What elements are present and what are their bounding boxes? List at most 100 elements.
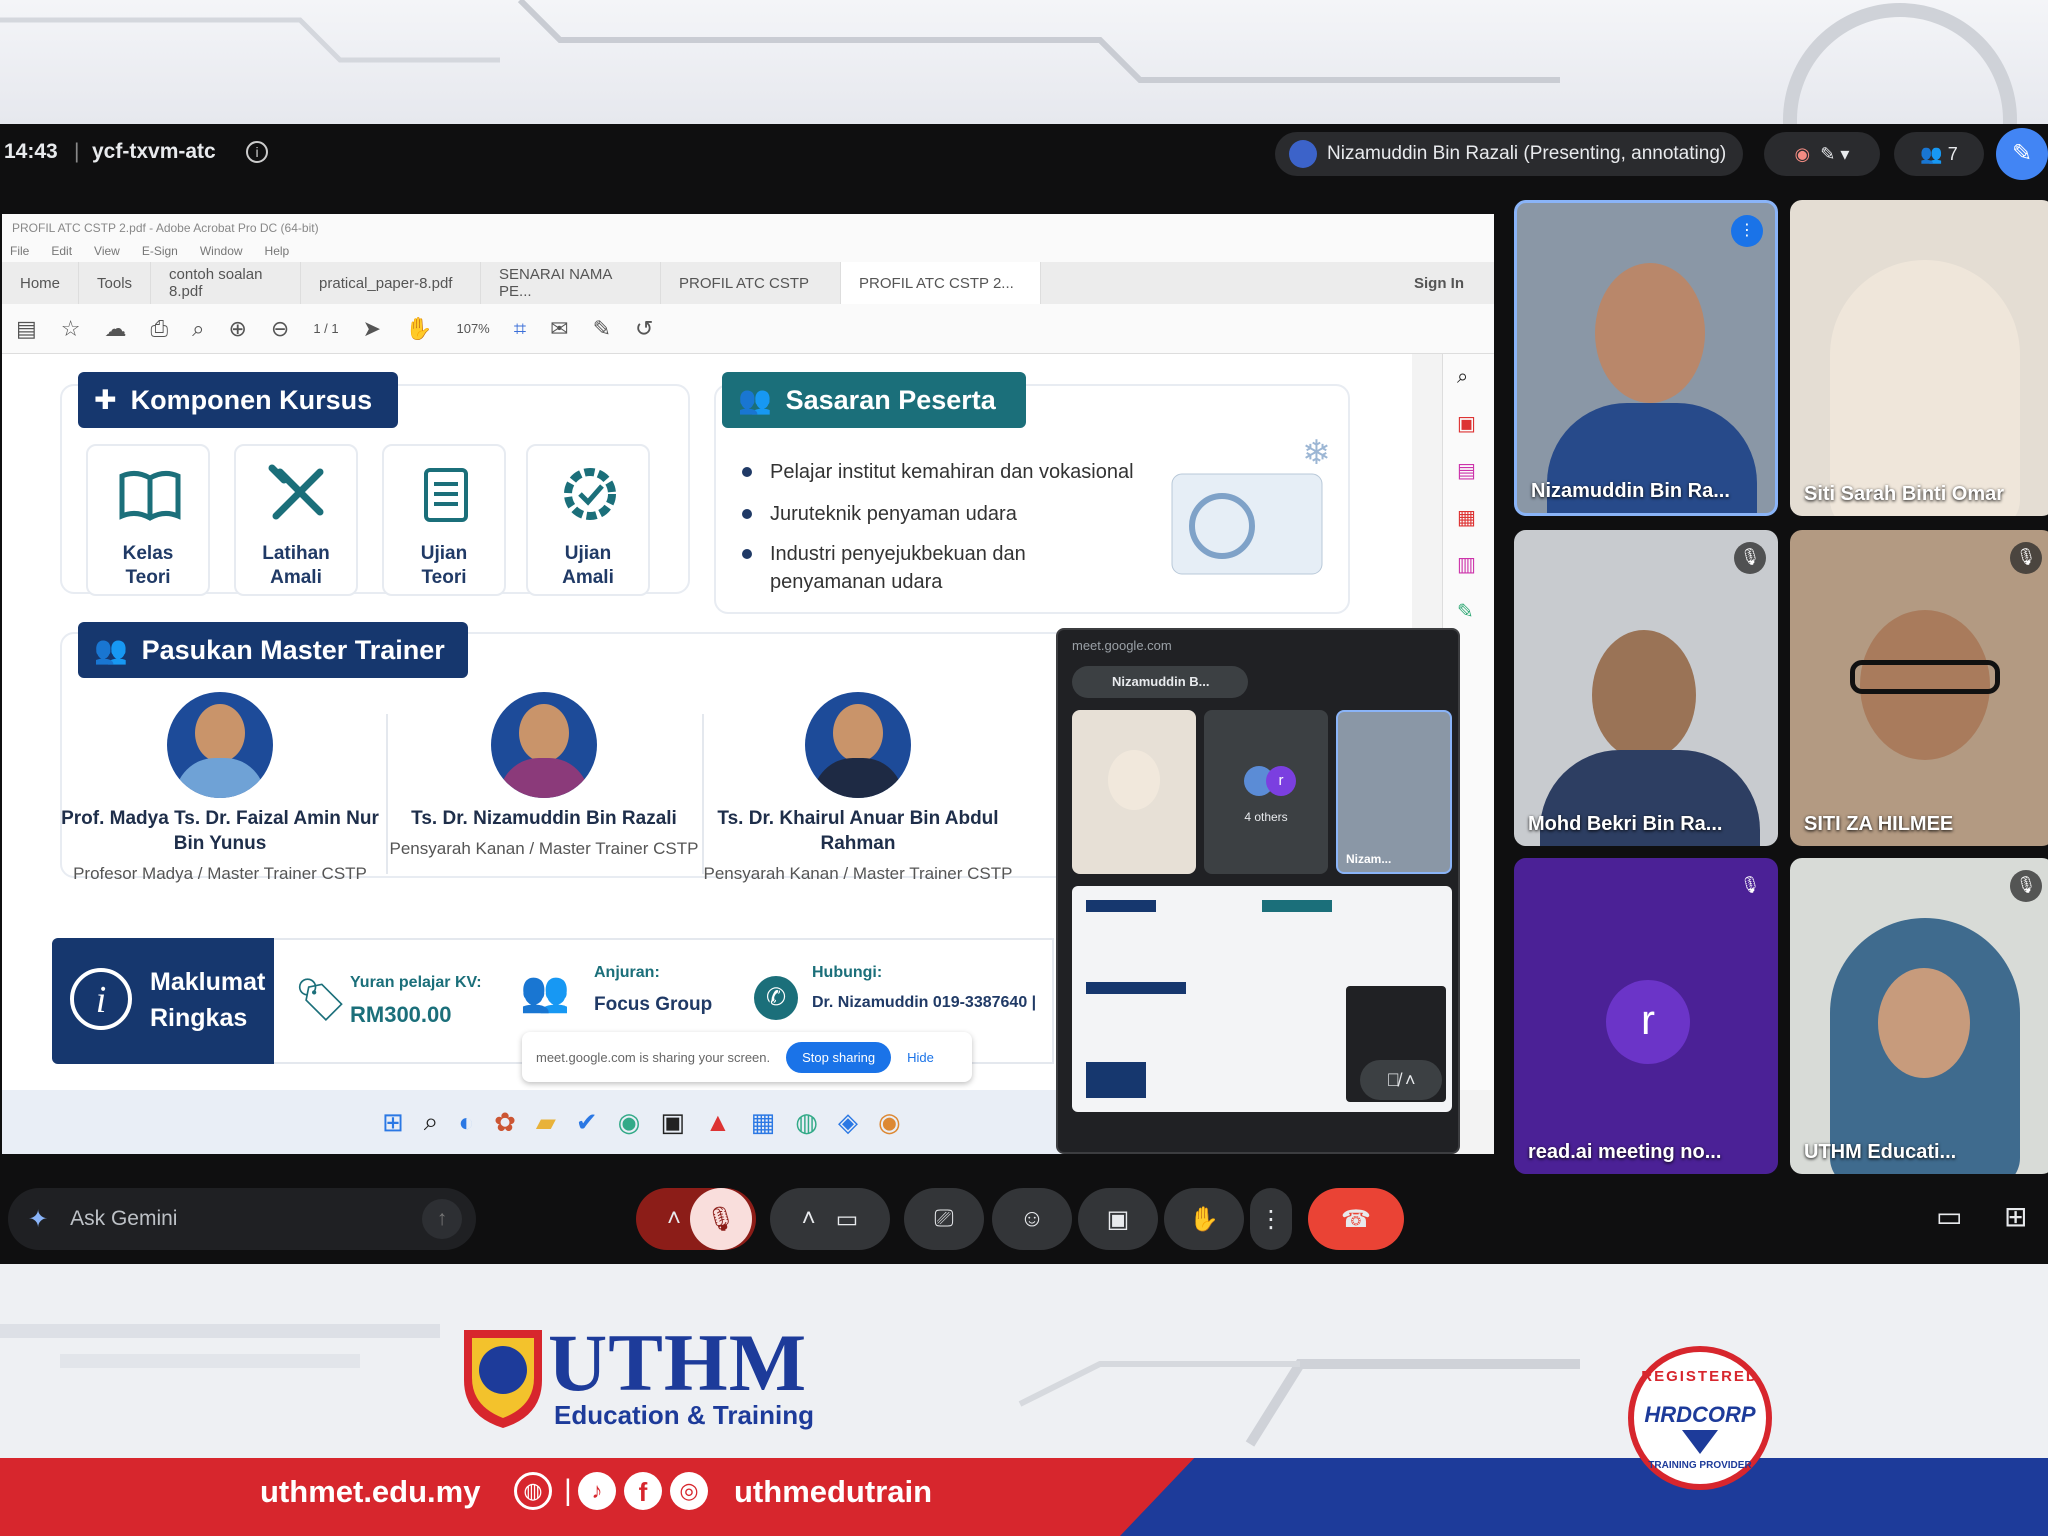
mic-off-icon: 🎙	[2010, 542, 2042, 574]
zoom-level[interactable]: 107%	[456, 321, 489, 336]
book-icon	[119, 470, 181, 521]
participant-tile-5[interactable]: r 🎙 read.ai meeting no...	[1514, 858, 1778, 1174]
social-handle[interactable]: uthmedutrain	[734, 1474, 932, 1510]
zoom-in-icon[interactable]: ⌕	[1457, 366, 1480, 389]
print-icon[interactable]: ⎙	[151, 316, 169, 342]
whatsapp-icon[interactable]: ◍	[795, 1107, 818, 1138]
people-button[interactable]: 👥 7	[1894, 132, 1984, 176]
page-down-icon[interactable]: ⊖	[271, 316, 289, 342]
tab-home[interactable]: Home	[2, 262, 80, 304]
fill-sign-icon[interactable]: ✎	[1457, 599, 1480, 624]
tab-tools[interactable]: Tools	[79, 262, 152, 304]
card-line-2: Teori	[421, 567, 467, 588]
mic-off-button[interactable]: 🎙	[690, 1188, 752, 1250]
menu-file[interactable]: File	[10, 244, 29, 260]
participant-tile-3[interactable]: 🎙 Mohd Bekri Bin Ra...	[1514, 530, 1778, 846]
end-call-icon: ☎	[1341, 1205, 1371, 1233]
participant-tile-1[interactable]: ⋮ Nizamuddin Bin Ra...	[1514, 200, 1778, 516]
camera-toggle-group[interactable]: ˄ ▭	[770, 1188, 890, 1250]
tab-senarai-nama[interactable]: SENARAI NAMA PE...	[481, 262, 662, 304]
chevron-down-icon: ▾	[1840, 143, 1850, 164]
search-icon[interactable]: ⌕	[192, 316, 204, 342]
instagram-icon[interactable]: ◎	[670, 1472, 708, 1510]
sign-in-button[interactable]: Sign In	[1414, 275, 1464, 292]
presenter-status-pill[interactable]: Nizamuddin Bin Razali (Presenting, annot…	[1275, 132, 1743, 176]
menu-edit[interactable]: Edit	[51, 244, 72, 260]
menu-view[interactable]: View	[94, 244, 120, 260]
edge-icon[interactable]: ◐	[458, 1107, 474, 1138]
menu-help[interactable]: Help	[265, 244, 290, 260]
page-number[interactable]: 1 / 1	[313, 321, 338, 336]
page-up-icon[interactable]: ⊕	[228, 316, 246, 342]
chevron-up-icon[interactable]: ˄	[667, 1205, 681, 1233]
crop-icon[interactable]: ⌗	[514, 316, 526, 342]
comment-tool-icon[interactable]: ▥	[1457, 552, 1480, 577]
trainer-title: Pasukan Master Trainer	[141, 634, 445, 665]
website-url[interactable]: uthmet.edu.my	[260, 1474, 480, 1510]
menu-esign[interactable]: E-Sign	[142, 244, 178, 260]
leave-call-button[interactable]: ☎	[1308, 1188, 1404, 1250]
participant-tile-2[interactable]: Siti Sarah Binti Omar	[1790, 200, 2048, 516]
tab-profil-atc[interactable]: PROFIL ATC CSTP	[661, 262, 842, 304]
pip-presenter-pill[interactable]: Nizamuddin B...	[1072, 666, 1248, 698]
tab-profil-atc-2[interactable]: PROFIL ATC CSTP 2...	[841, 262, 1042, 304]
ask-gemini-input[interactable]: ✦ Ask Gemini ↑	[8, 1188, 476, 1250]
meeting-code[interactable]: ycf-txvm-atc	[92, 140, 216, 164]
present-button[interactable]: ⎚	[904, 1188, 984, 1250]
tab-pratical-paper[interactable]: pratical_paper-8.pdf	[301, 262, 482, 304]
star-icon[interactable]: ☆	[61, 316, 81, 342]
save-icon[interactable]: ▤	[16, 316, 37, 342]
hide-button[interactable]: Hide	[907, 1050, 934, 1065]
camera-icon[interactable]: ▭	[836, 1205, 859, 1234]
calendar-icon[interactable]: ▦	[751, 1107, 776, 1138]
facebook-icon[interactable]: f	[624, 1472, 662, 1510]
raise-hand-button[interactable]: ✋	[1164, 1188, 1244, 1250]
chat-icon[interactable]: ▭	[1936, 1200, 1962, 1233]
undo-icon[interactable]: ↺	[635, 316, 653, 342]
more-options-button[interactable]: ⋮	[1250, 1188, 1292, 1250]
trainer-photo	[491, 692, 597, 798]
pip-self-label: Nizam...	[1346, 852, 1392, 866]
acrobat-icon[interactable]: ▲	[705, 1107, 731, 1138]
chevron-up-icon[interactable]: ˄	[802, 1205, 816, 1233]
folder-icon[interactable]: ▰	[536, 1107, 556, 1138]
export-pdf-icon[interactable]: ▣	[1457, 411, 1480, 436]
tiktok-icon[interactable]: ♪	[578, 1472, 616, 1510]
stop-sharing-button[interactable]: Stop sharing	[786, 1041, 892, 1073]
captions-button[interactable]: ▣	[1078, 1188, 1158, 1250]
cursor-icon[interactable]: ➤	[363, 316, 381, 342]
screen-share-notice: meet.google.com is sharing your screen. …	[522, 1032, 972, 1082]
pen-icon[interactable]: ✎	[593, 316, 611, 342]
menu-window[interactable]: Window	[200, 244, 243, 260]
send-arrow-icon[interactable]: ↑	[422, 1199, 462, 1239]
participant-tile-4[interactable]: 🎙 SITI ZA HILMEE	[1790, 530, 2048, 846]
tab-contoh-soalan[interactable]: contoh soalan 8.pdf	[151, 262, 302, 304]
badge-top-text: REGISTERED	[1641, 1368, 1759, 1385]
anjuran-value: Focus Group	[594, 994, 713, 1015]
edit-pdf-icon[interactable]: ▤	[1457, 458, 1480, 483]
hand-icon[interactable]: ✋	[405, 316, 432, 342]
reactions-button[interactable]: ☺	[992, 1188, 1072, 1250]
cloud-upload-icon[interactable]: ☁	[105, 316, 127, 342]
meet-pip-window[interactable]: meet.google.com Nizamuddin B... r 4 othe…	[1056, 628, 1460, 1154]
search-icon[interactable]: ⌕	[424, 1106, 439, 1138]
activities-grid-icon[interactable]: ⊞	[2004, 1200, 2027, 1233]
participant-glasses	[1850, 660, 2000, 694]
recording-controls[interactable]: ◉ ✎ ▾	[1764, 132, 1880, 176]
chrome-icon[interactable]: ◉	[618, 1107, 641, 1138]
uthm-subtitle: Education & Training	[554, 1400, 815, 1430]
app-icon[interactable]: ◈	[838, 1107, 858, 1138]
copilot-icon[interactable]: ✿	[494, 1107, 516, 1138]
pip-mic-off-button[interactable]: 🎙̸ ˄	[1360, 1060, 1442, 1100]
participant-tile-6[interactable]: 🎙 UTHM Educati...	[1790, 858, 2048, 1174]
comment-icon[interactable]: ✉	[550, 316, 568, 342]
pen-tool-icon[interactable]: ✎	[1996, 128, 2048, 180]
organize-pages-icon[interactable]: ▦	[1457, 505, 1480, 530]
info-icon[interactable]: i	[246, 141, 268, 163]
start-icon[interactable]: ⊞	[382, 1107, 404, 1138]
check-app-icon[interactable]: ✔	[576, 1107, 598, 1138]
terminal-icon[interactable]: ▣	[660, 1107, 685, 1138]
chrome-icon-2[interactable]: ◉	[878, 1107, 901, 1138]
group-icon: 👥	[520, 970, 570, 1014]
people-icon: 👥	[1920, 143, 1943, 164]
